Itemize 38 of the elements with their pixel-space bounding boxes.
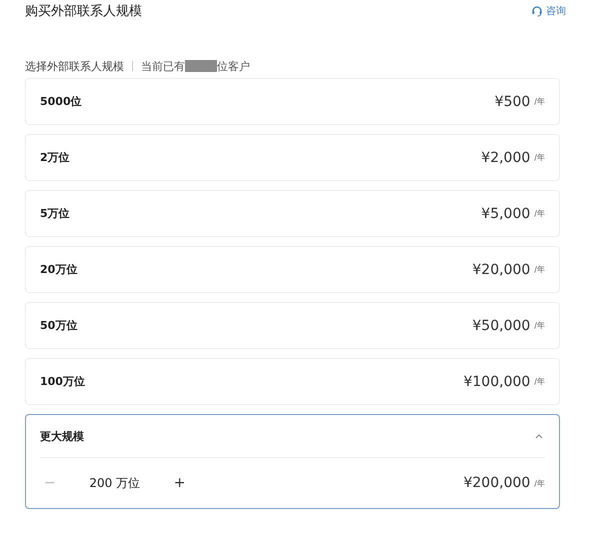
custom-plan-card[interactable]: 更大规模 − 200 万位 + ¥200,000 /年 — [25, 414, 560, 509]
quantity-value: 200 万位 — [88, 474, 142, 492]
plan-card[interactable]: 5000位 ¥500 /年 — [25, 78, 560, 125]
plan-card[interactable]: 5万位 ¥5,000 /年 — [25, 190, 560, 237]
plan-price: ¥200,000 — [463, 475, 530, 491]
plan-price: ¥20,000 — [472, 262, 530, 278]
plan-name: 50万位 — [40, 318, 78, 333]
plan-price: ¥50,000 — [472, 318, 530, 334]
plan-name: 更大规模 — [40, 428, 85, 444]
current-prefix: 当前已有 — [141, 58, 185, 74]
headset-icon — [531, 5, 543, 17]
plan-price: ¥500 — [494, 94, 530, 110]
price-unit: /年 — [534, 320, 545, 331]
plan-name: 5万位 — [40, 206, 71, 221]
price-unit: /年 — [534, 376, 545, 387]
plan-price: ¥2,000 — [481, 150, 530, 166]
page-title: 购买外部联系人规模 — [25, 3, 142, 20]
plan-card[interactable]: 50万位 ¥50,000 /年 — [25, 302, 560, 349]
price-unit: /年 — [534, 208, 545, 219]
plan-name: 20万位 — [40, 262, 78, 277]
chevron-icon[interactable] — [535, 434, 543, 438]
price-unit: /年 — [534, 478, 545, 488]
plan-card[interactable]: 100万位 ¥100,000 /年 — [25, 358, 560, 405]
consult-link[interactable]: 咨询 — [531, 4, 566, 18]
current-suffix: 位客户 — [217, 58, 250, 74]
plan-card[interactable]: 2万位 ¥2,000 /年 — [25, 134, 560, 181]
plan-name: 5000位 — [40, 94, 83, 109]
section-label: 选择外部联系人规模 — [25, 58, 124, 74]
plan-price: ¥5,000 — [481, 206, 530, 222]
price-unit: /年 — [534, 264, 545, 275]
increment-button[interactable]: + — [170, 475, 190, 491]
plan-name: 2万位 — [40, 150, 71, 165]
price-unit: /年 — [534, 152, 545, 163]
plan-name: 100万位 — [40, 374, 86, 389]
price-unit: /年 — [534, 96, 545, 107]
plan-price: ¥100,000 — [463, 374, 530, 390]
plan-card[interactable]: 20万位 ¥20,000 /年 — [25, 246, 560, 293]
redacted-block — [185, 60, 217, 72]
